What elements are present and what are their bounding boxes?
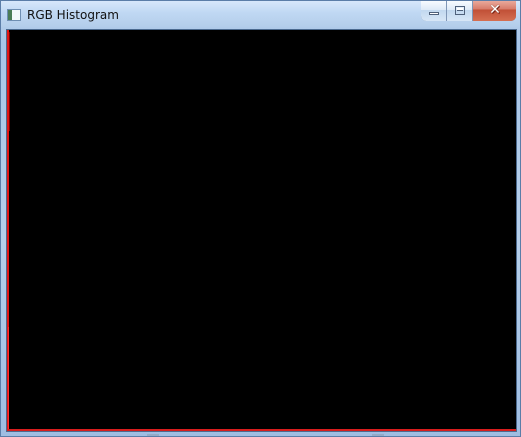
minimize-button[interactable] (421, 1, 447, 21)
resize-grip-left[interactable] (147, 434, 159, 436)
histogram-display-area (6, 29, 517, 432)
window-app-icon (7, 8, 21, 21)
window-title: RGB Histogram (27, 7, 119, 22)
title-bar[interactable]: RGB Histogram ✕ (1, 1, 520, 27)
minimize-icon (429, 12, 439, 15)
window-controls: ✕ (421, 1, 516, 21)
close-icon: ✕ (489, 2, 501, 18)
resize-grip-right[interactable] (372, 434, 384, 436)
histogram-canvas (7, 30, 516, 431)
red-channel-baseline (7, 429, 516, 431)
rgb-histogram-window: RGB Histogram ✕ (0, 0, 521, 437)
maximize-button[interactable] (447, 1, 473, 21)
red-channel-left-shade (9, 32, 10, 131)
maximize-icon (455, 6, 465, 15)
close-button[interactable]: ✕ (473, 1, 516, 21)
red-channel-low-value-peak (8, 327, 9, 431)
